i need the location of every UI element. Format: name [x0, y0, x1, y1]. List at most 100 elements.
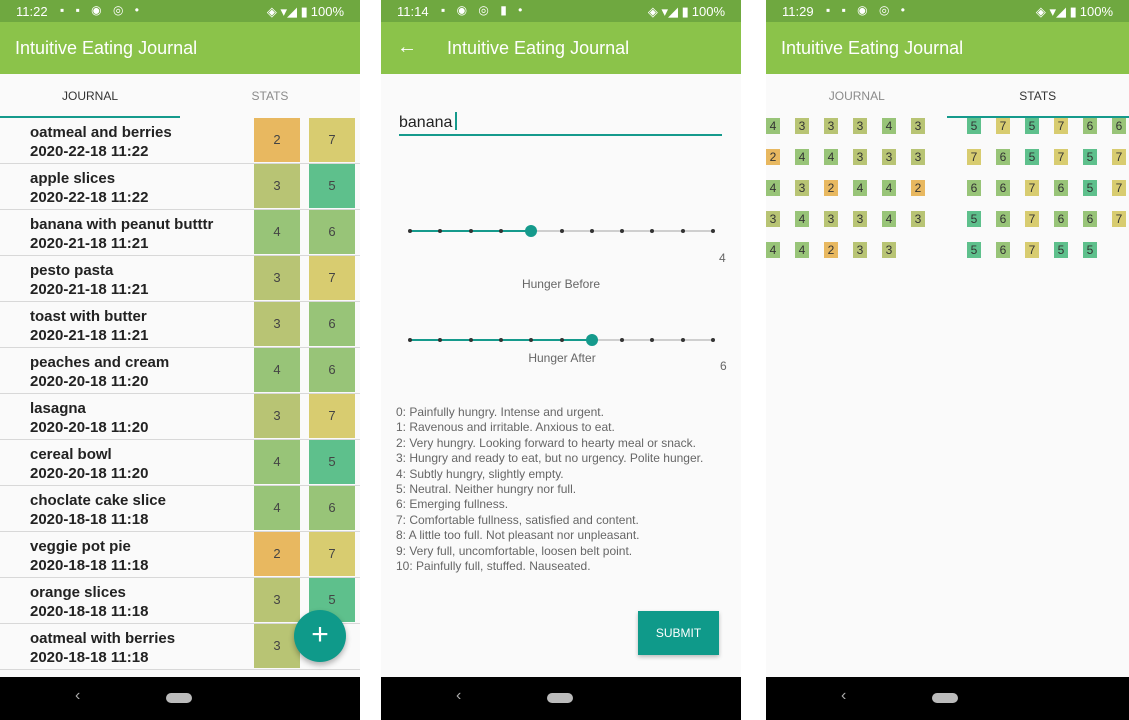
hunger-before-cell: 4	[254, 440, 300, 484]
journal-entry-row[interactable]: oatmeal and berries 2020-22-18 11:22 2 7	[0, 118, 360, 164]
slider-tick	[468, 229, 473, 233]
before-stat-cell: 3	[911, 118, 925, 134]
journal-entry-row[interactable]: banana with peanut butttr 2020-21-18 11:2…	[0, 210, 360, 256]
nav-back-icon[interactable]: ‹	[456, 687, 461, 705]
before-stat-cell: 3	[882, 149, 896, 165]
after-stat-cell: 7	[1054, 149, 1068, 165]
entry-date: 2020-20-18 11:20	[30, 373, 149, 390]
entry-date: 2020-18-18 11:18	[30, 557, 149, 574]
slider-tick	[498, 338, 503, 342]
after-stat-cell: 7	[1025, 242, 1039, 258]
add-entry-button[interactable]: +	[294, 610, 346, 662]
hunger-before-cell: 2	[254, 532, 300, 576]
hunger-before-slider[interactable]	[408, 221, 715, 241]
journal-screen: 11:22 ▪ ▪ ◉ ◎ • ◈ ▾◢ ▮ 100% Intuitive Eat…	[0, 0, 360, 720]
status-time: 11:22	[16, 4, 48, 19]
scale-line: 7: Comfortable fullness, satisfied and c…	[396, 512, 639, 527]
status-right: ◈ ▾◢ ▮ 100%	[1036, 4, 1113, 20]
before-stat-cell: 2	[911, 180, 925, 196]
slider-thumb[interactable]	[525, 225, 538, 237]
nav-home-icon[interactable]	[166, 693, 192, 703]
hunger-after-cell: 7	[309, 394, 355, 438]
before-stat-cell: 4	[766, 180, 780, 196]
journal-entry-row[interactable]: peaches and cream 2020-20-18 11:20 4 6	[0, 348, 360, 394]
scale-line: 3: Hungry and ready to eat, but no urgen…	[396, 451, 704, 466]
after-stat-cell: 7	[1112, 149, 1126, 165]
slider-tick	[680, 338, 685, 342]
journal-entry-row[interactable]: toast with butter 2020-21-18 11:21 3 6	[0, 302, 360, 348]
entry-date: 2020-20-18 11:20	[30, 419, 149, 436]
scale-line: 4: Subtly hungry, slightly empty.	[396, 466, 564, 481]
battery-level: 100%	[691, 4, 725, 19]
entry-name: banana with peanut butttr	[30, 216, 214, 233]
journal-entry-row[interactable]: lasagna 2020-20-18 11:20 3 7	[0, 394, 360, 440]
entry-date: 2020-21-18 11:21	[30, 327, 149, 344]
status-time: 11:29	[782, 4, 814, 19]
status-bar: 11:29 ▪ ▪ ◉ ◎ • ◈ ▾◢ ▮ 100%	[766, 0, 1129, 22]
nav-back-icon[interactable]: ‹	[841, 687, 846, 705]
hunger-after-cell: 6	[309, 302, 355, 346]
hunger-before-label: Hunger Before	[521, 277, 601, 291]
nav-back-icon[interactable]: ‹	[75, 687, 80, 705]
slider-tick	[408, 229, 412, 233]
after-stat-cell: 7	[996, 118, 1010, 134]
after-stat-cell: 7	[1025, 180, 1039, 196]
status-right: ◈ ▾◢ ▮ 100%	[648, 4, 725, 20]
slider-thumb[interactable]	[585, 334, 598, 346]
journal-entry-row[interactable]: veggie pot pie 2020-18-18 11:18 2 7	[0, 532, 360, 578]
scale-line: 10: Painfully full, stuffed. Nauseated.	[396, 559, 591, 574]
journal-entry-row[interactable]: apple slices 2020-22-18 11:22 3 5	[0, 164, 360, 210]
slider-tick	[589, 229, 594, 233]
scale-line: 6: Emerging fullness.	[396, 497, 509, 512]
app-title: Intuitive Eating Journal	[15, 38, 198, 58]
scale-line: 2: Very hungry. Looking forward to heart…	[396, 435, 696, 450]
before-stat-cell: 3	[766, 211, 780, 227]
signal-icon: ◈ ▾◢ ▮	[647, 4, 689, 19]
notification-icons: ▪ ◉ ◎ ▮ •	[441, 3, 527, 17]
hunger-before-cell: 4	[254, 486, 300, 530]
hunger-after-value: 6	[720, 359, 727, 373]
after-stat-cell: 5	[1054, 242, 1068, 258]
food-input[interactable]: banana	[399, 108, 722, 136]
entry-name: orange slices	[30, 584, 126, 601]
tab-journal[interactable]: JOURNAL	[0, 74, 180, 118]
journal-entry-row[interactable]: choclate cake slice 2020-18-18 11:18 4 6	[0, 486, 360, 532]
entry-name: pesto pasta	[30, 262, 114, 279]
back-arrow-icon[interactable]: ←	[397, 36, 417, 59]
before-stat-cell: 4	[853, 180, 867, 196]
entry-screen: 11:14 ▪ ◉ ◎ ▮ • ◈ ▾◢ ▮ 100% ← Intuitive E…	[381, 0, 741, 720]
status-bar: 11:22 ▪ ▪ ◉ ◎ • ◈ ▾◢ ▮ 100%	[0, 0, 360, 22]
app-bar: Intuitive Eating Journal	[0, 22, 360, 74]
hunger-after-slider[interactable]	[408, 330, 715, 350]
tab-bar: JOURNAL STATS	[766, 74, 1129, 118]
tab-journal[interactable]: JOURNAL	[766, 74, 948, 118]
slider-tick	[680, 229, 685, 233]
journal-entry-row[interactable]: cereal bowl 2020-20-18 11:20 4 5	[0, 440, 360, 486]
after-stat-cell: 7	[967, 149, 981, 165]
hunger-before-cell: 3	[254, 302, 300, 346]
submit-button[interactable]: SUBMIT	[638, 611, 719, 655]
notification-icons: ▪ ▪ ◉ ◎ •	[60, 3, 143, 17]
before-stat-cell: 4	[795, 211, 809, 227]
slider-tick	[529, 338, 534, 342]
journal-entry-row[interactable]: pesto pasta 2020-21-18 11:21 3 7	[0, 256, 360, 302]
tab-stats[interactable]: STATS	[180, 74, 360, 118]
notification-icons: ▪ ▪ ◉ ◎ •	[826, 3, 909, 17]
hunger-after-cell: 5	[309, 164, 355, 208]
tab-bar: JOURNAL STATS	[0, 74, 360, 118]
hunger-after-cell: 5	[309, 440, 355, 484]
before-stat-cell: 3	[853, 118, 867, 134]
tab-stats[interactable]: STATS	[947, 74, 1129, 118]
after-stat-cell: 5	[967, 118, 981, 134]
signal-icon: ◈ ▾◢ ▮	[1035, 4, 1077, 19]
nav-home-icon[interactable]	[547, 693, 573, 703]
hunger-before-cell: 2	[254, 118, 300, 162]
hunger-before-cell: 3	[254, 394, 300, 438]
slider-tick	[498, 229, 503, 233]
hunger-after-cell: 7	[309, 256, 355, 300]
slider-tick	[408, 338, 412, 342]
scale-line: 9: Very full, uncomfortable, loosen belt…	[396, 543, 633, 558]
nav-home-icon[interactable]	[932, 693, 958, 703]
hunger-before-cell: 3	[254, 256, 300, 300]
before-stat-cell: 3	[824, 118, 838, 134]
